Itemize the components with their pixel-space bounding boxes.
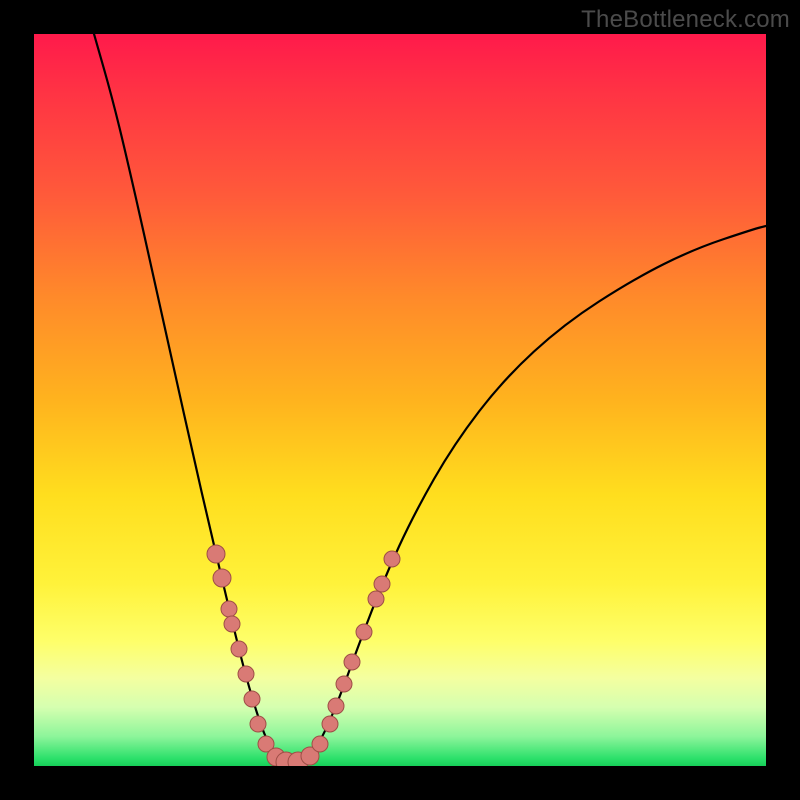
data-dot: [250, 716, 266, 732]
curve-right: [292, 226, 766, 766]
curve-left: [94, 34, 292, 766]
data-dot: [322, 716, 338, 732]
data-dot: [224, 616, 240, 632]
data-dots: [207, 545, 400, 766]
data-dot: [374, 576, 390, 592]
data-dot: [231, 641, 247, 657]
data-dot: [221, 601, 237, 617]
data-dot: [356, 624, 372, 640]
data-dot: [344, 654, 360, 670]
data-dot: [328, 698, 344, 714]
chart-svg: [34, 34, 766, 766]
data-dot: [336, 676, 352, 692]
plot-area: [34, 34, 766, 766]
data-dot: [207, 545, 225, 563]
data-dot: [312, 736, 328, 752]
data-dot: [213, 569, 231, 587]
data-dot: [384, 551, 400, 567]
data-dot: [238, 666, 254, 682]
data-dot: [244, 691, 260, 707]
outer-frame: TheBottleneck.com: [0, 0, 800, 800]
data-dot: [368, 591, 384, 607]
watermark-text: TheBottleneck.com: [581, 6, 790, 34]
